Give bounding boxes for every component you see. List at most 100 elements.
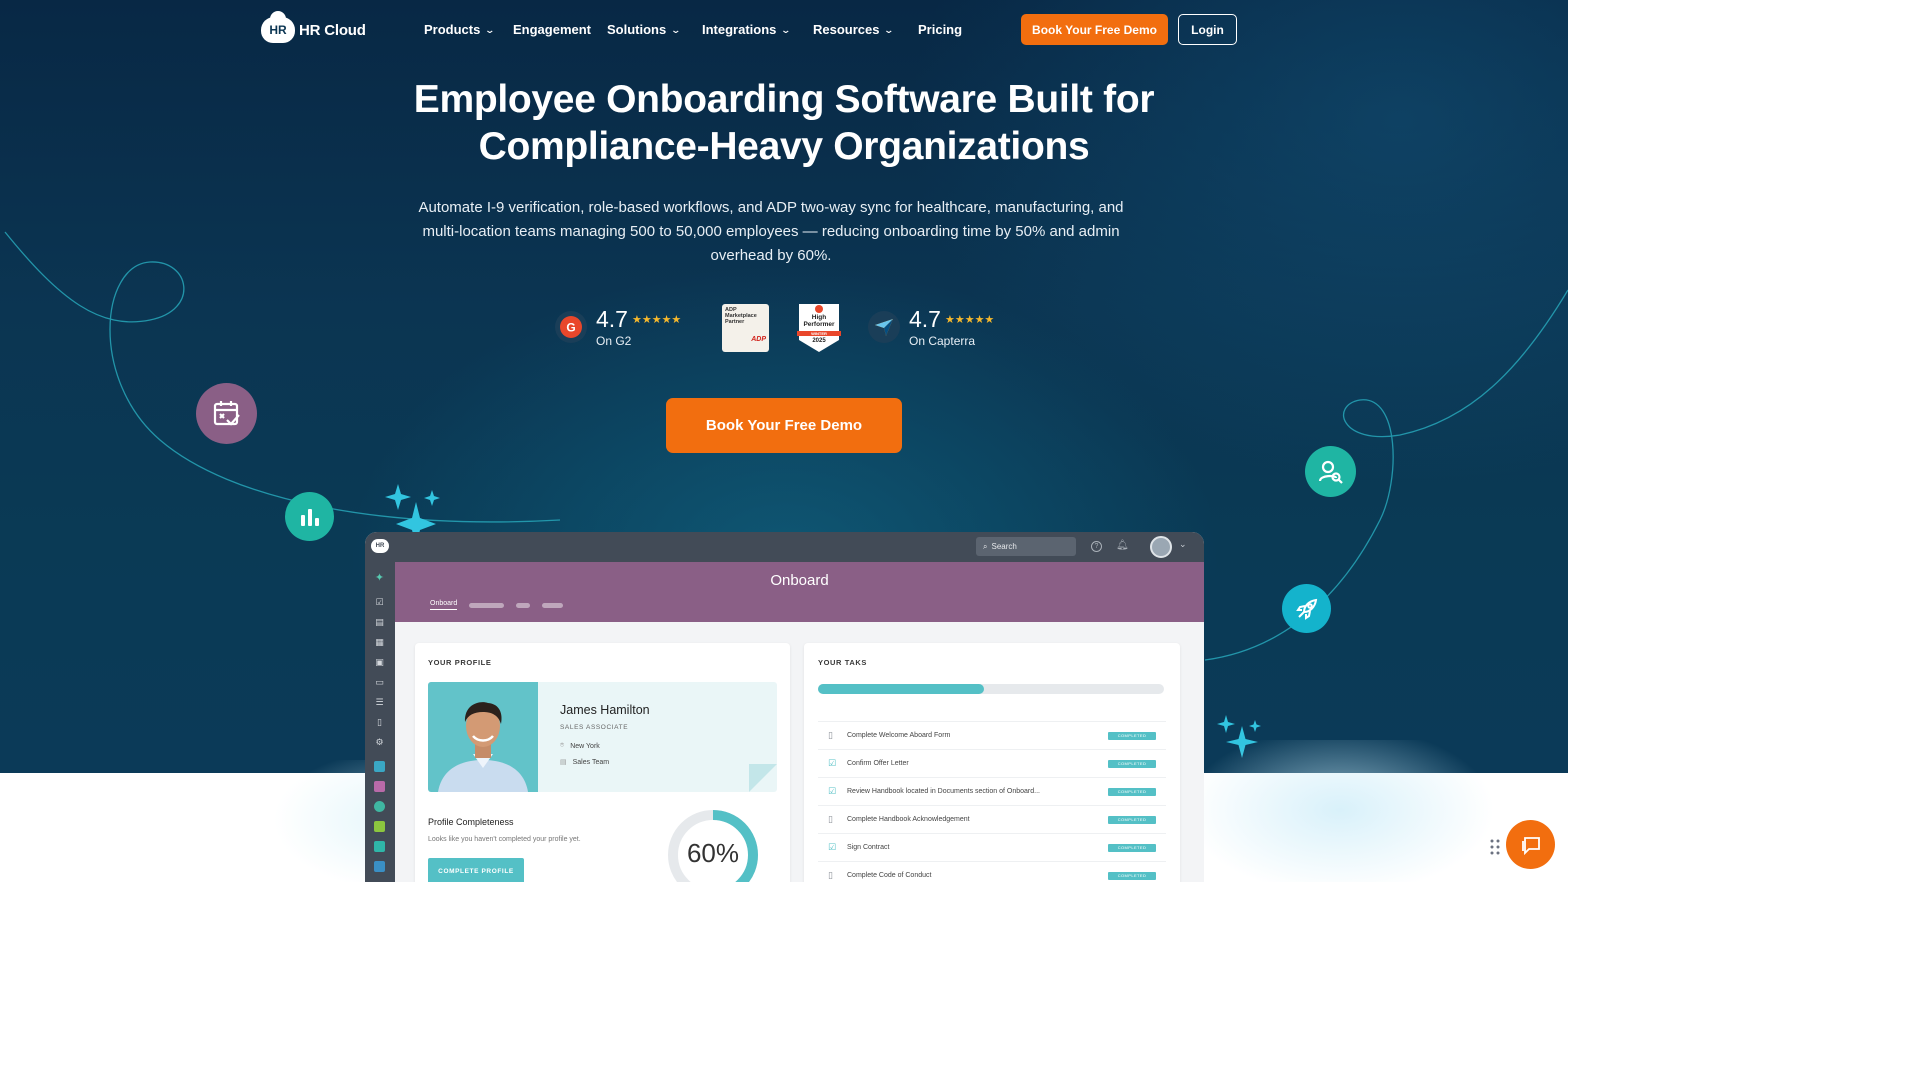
tasks-card-label: YOUR TAKS — [818, 658, 868, 667]
task-row[interactable]: ▯ Complete Code of Conduct COMPLETED — [818, 861, 1166, 882]
app-icon[interactable] — [374, 781, 385, 792]
hero-subtext: Automate I-9 verification, role-based wo… — [418, 199, 1124, 264]
cloud-logo-icon: HR — [261, 11, 295, 43]
document-icon: ▯ — [828, 730, 833, 740]
profile-card: YOUR PROFILE James Hamilton SALES ASSOCI… — [415, 643, 790, 882]
g2-high-performer-badge: High Performer WINTER 2025 — [797, 302, 841, 354]
task-status-badge: COMPLETED — [1108, 787, 1156, 796]
bell-icon[interactable]: 🔔︎ — [1116, 540, 1129, 551]
nav-pricing[interactable]: Pricing — [918, 22, 962, 37]
star-rating-icon: ★★★★★ — [631, 314, 682, 326]
onboard-title: Onboard — [770, 572, 829, 589]
star-icon[interactable]: ✦ — [374, 572, 385, 584]
page-curl-icon — [749, 764, 777, 792]
task-status-badge: COMPLETED — [1108, 815, 1156, 824]
logo-text: HR Cloud — [299, 21, 366, 39]
tab-onboard[interactable]: Onboard — [430, 600, 458, 610]
chat-button[interactable] — [1506, 820, 1555, 869]
tab-placeholder[interactable] — [542, 602, 564, 608]
task-text: Sign Contract — [847, 844, 890, 851]
task-row[interactable]: ▯ Complete Handbook Acknowledgement COMPLE… — [818, 805, 1166, 833]
tasks-card: YOUR TAKS ▯ Complete Welcome Aboard Form C… — [804, 643, 1180, 882]
inbox-icon[interactable]: ▤ — [374, 617, 385, 628]
tab-placeholder[interactable] — [516, 602, 531, 608]
background-glow — [1180, 740, 1568, 882]
app-icon[interactable] — [374, 821, 385, 832]
document-icon: ▯ — [828, 870, 833, 880]
capterra-logo-icon — [868, 311, 900, 343]
task-text: Complete Code of Conduct — [847, 872, 932, 879]
g2-score: 4.7 — [596, 306, 628, 332]
search-icon: ⌕ — [983, 541, 988, 551]
team-icon: ▤ — [560, 759, 567, 766]
onboard-tabs: Onboard — [430, 600, 564, 610]
nav-integrations[interactable]: Integrations ⌄ — [702, 22, 792, 37]
employee-role: SALES ASSOCIATE — [560, 724, 629, 731]
checkbox-icon: ☑ — [828, 842, 837, 852]
onboard-header: Onboard Onboard — [395, 562, 1204, 622]
app-search-input[interactable]: ⌕ Search — [976, 537, 1076, 556]
tasks-progress-bar — [818, 684, 1164, 694]
tasks-progress-fill — [818, 684, 985, 694]
document-icon[interactable]: ▯ — [374, 717, 385, 728]
tab-placeholder[interactable] — [469, 602, 505, 608]
task-text: Review Handbook located in Documents sec… — [847, 788, 1040, 795]
capterra-rating[interactable]: 4.7 ★★★★★ On Capterra — [868, 306, 994, 348]
page-title: Employee Onboarding Software Built for C… — [413, 78, 1155, 168]
task-list: ▯ Complete Welcome Aboard Form COMPLETED ☑ C… — [818, 721, 1166, 882]
chevron-down-icon[interactable]: ⌄ — [1179, 539, 1187, 550]
app-icon[interactable] — [374, 761, 385, 772]
app-icon[interactable] — [374, 841, 385, 852]
task-text: Complete Welcome Aboard Form — [847, 732, 951, 739]
task-status-badge: COMPLETED — [1108, 843, 1156, 852]
nav-products[interactable]: Products ⌄ — [424, 22, 496, 37]
app-icon[interactable] — [374, 861, 385, 872]
avatar[interactable] — [1150, 536, 1172, 558]
task-status-badge: COMPLETED — [1108, 731, 1156, 740]
app-icon[interactable] — [374, 801, 385, 812]
folder-icon[interactable]: ▭ — [374, 677, 385, 688]
task-row[interactable]: ☑ Review Handbook located in Documents se… — [818, 777, 1166, 805]
drag-handle-icon[interactable] — [1490, 838, 1500, 856]
hr-cloud-logo[interactable]: HR HR Cloud — [261, 11, 366, 43]
profile-completeness-text: Looks like you haven't completed your pr… — [428, 836, 581, 843]
chevron-down-icon: ⌄ — [883, 24, 895, 35]
settings-icon[interactable]: ⚙ — [374, 737, 385, 748]
user-search-icon — [1305, 446, 1356, 497]
help-icon[interactable]: ? — [1091, 541, 1102, 552]
task-row[interactable]: ☑ Sign Contract COMPLETED — [818, 833, 1166, 861]
nav-resources[interactable]: Resources ⌄ — [813, 22, 895, 37]
task-status-badge: COMPLETED — [1108, 759, 1156, 768]
g2-logo-icon: G — [555, 311, 587, 343]
nav-engagement[interactable]: Engagement — [513, 22, 591, 37]
task-row[interactable]: ▯ Complete Welcome Aboard Form COMPLETED — [818, 721, 1166, 749]
checklist-icon[interactable]: ☑ — [374, 597, 385, 608]
checkbox-icon: ☑ — [828, 786, 837, 796]
profile-summary: James Hamilton SALES ASSOCIATE ⌾ New Yor… — [428, 682, 777, 792]
user-card-icon[interactable]: ▣ — [374, 657, 385, 668]
profile-photo — [428, 682, 538, 792]
task-text: Confirm Offer Letter — [847, 760, 909, 767]
book-demo-button[interactable]: Book Your Free Demo — [666, 398, 902, 453]
complete-profile-button[interactable]: COMPLETE PROFILE — [428, 858, 524, 882]
list-icon[interactable]: ☰ — [374, 697, 385, 708]
login-button[interactable]: Login — [1178, 14, 1237, 45]
chevron-down-icon: ⌄ — [780, 24, 792, 35]
app-sidebar: ✦ ☑ ▤ ▦ ▣ ▭ ☰ ▯ ⚙ — [365, 562, 395, 882]
g2-label: On G2 — [596, 334, 632, 348]
location-pin-icon: ⌾ — [560, 742, 565, 749]
task-text: Complete Handbook Acknowledgement — [847, 816, 970, 823]
book-demo-nav-button[interactable]: Book Your Free Demo — [1021, 14, 1168, 45]
capterra-score: 4.7 — [909, 306, 941, 332]
document-icon: ▯ — [828, 814, 833, 824]
nav-solutions[interactable]: Solutions ⌄ — [607, 22, 681, 37]
adp-marketplace-badge: ADP Marketplace Partner ADP — [722, 304, 769, 352]
g2-rating[interactable]: G 4.7 ★★★★★ On G2 — [555, 306, 681, 348]
chevron-down-icon: ⌄ — [484, 24, 496, 35]
task-status-badge: COMPLETED — [1108, 871, 1156, 880]
task-row[interactable]: ☑ Confirm Offer Letter COMPLETED — [818, 749, 1166, 777]
rocket-icon — [1282, 584, 1331, 633]
calendar-icon[interactable]: ▦ — [374, 637, 385, 648]
calendar-check-icon — [196, 383, 257, 444]
profile-card-label: YOUR PROFILE — [428, 658, 492, 667]
